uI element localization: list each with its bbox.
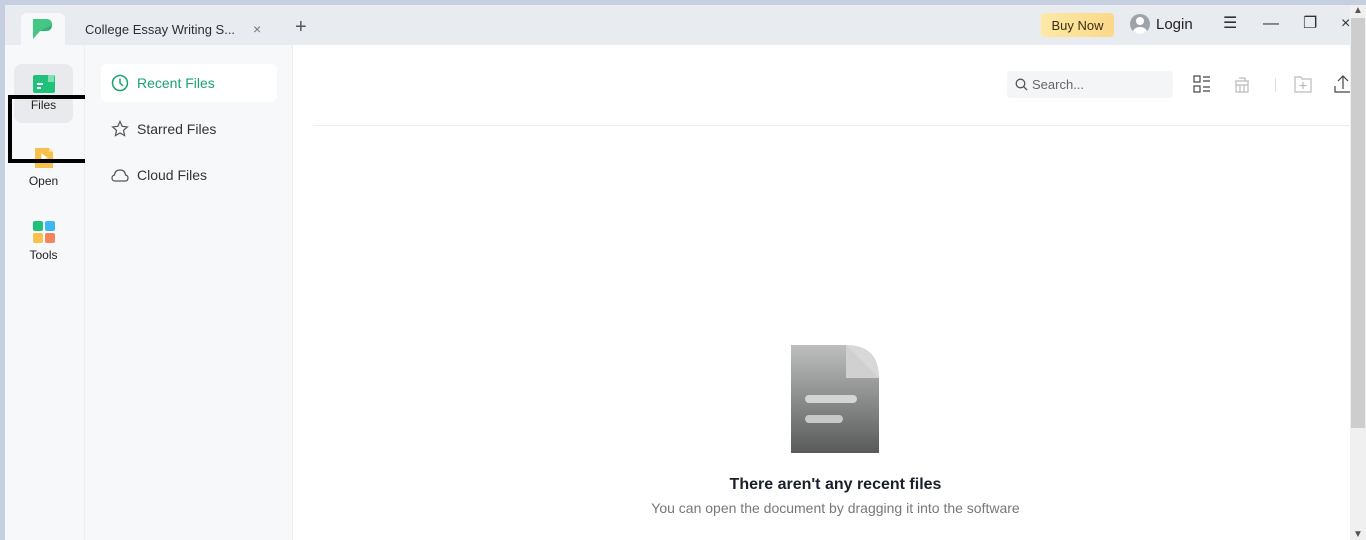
scroll-up-arrow-icon[interactable]: ▲ bbox=[1350, 5, 1366, 16]
nav-tools[interactable]: Tools bbox=[14, 212, 73, 271]
home-tab[interactable] bbox=[21, 13, 65, 45]
menu-icon[interactable]: ☰ bbox=[1223, 15, 1237, 33]
clock-icon bbox=[111, 74, 129, 92]
document-tab[interactable]: College Essay Writing S... × bbox=[85, 13, 261, 45]
scroll-down-arrow-icon[interactable]: ▼ bbox=[1350, 529, 1366, 540]
empty-document-icon bbox=[790, 345, 879, 453]
login-label: Login bbox=[1156, 15, 1193, 33]
toolbar-divider bbox=[1275, 78, 1276, 92]
trash-icon[interactable] bbox=[1233, 75, 1251, 93]
tab-title: College Essay Writing S... bbox=[85, 21, 236, 37]
empty-state: There aren't any recent files You can op… bbox=[293, 345, 1366, 516]
restore-icon[interactable]: ❐ bbox=[1303, 15, 1317, 33]
new-folder-icon[interactable] bbox=[1294, 75, 1312, 93]
star-icon bbox=[111, 120, 129, 137]
sidebar-item-label: Recent Files bbox=[137, 75, 215, 91]
tools-grid-icon bbox=[32, 221, 55, 243]
sidebar-item-cloud-files[interactable]: Cloud Files bbox=[101, 156, 277, 194]
buy-now-button[interactable]: Buy Now bbox=[1041, 13, 1114, 37]
nav-files-label: Files bbox=[30, 98, 57, 112]
folder-icon bbox=[32, 75, 55, 93]
minimize-icon[interactable]: — bbox=[1263, 15, 1279, 33]
cloud-icon bbox=[111, 169, 129, 182]
nav-open[interactable]: Open bbox=[14, 138, 73, 197]
nav-open-label: Open bbox=[28, 174, 59, 188]
tab-close-icon[interactable]: × bbox=[253, 21, 261, 37]
new-tab-button[interactable]: + bbox=[295, 17, 307, 37]
sidebar-item-starred-files[interactable]: Starred Files bbox=[101, 110, 277, 148]
search-input[interactable]: Search... bbox=[1007, 71, 1173, 98]
sidebar-item-label: Cloud Files bbox=[137, 167, 208, 183]
app-window: College Essay Writing S... × + Buy Now L… bbox=[5, 5, 1353, 540]
search-placeholder: Search... bbox=[1032, 77, 1085, 92]
title-bar: College Essay Writing S... × + Buy Now L… bbox=[5, 5, 1350, 45]
empty-state-title: There aren't any recent files bbox=[729, 476, 942, 493]
scrollbar-thumb[interactable] bbox=[1351, 18, 1365, 428]
empty-state-subtitle: You can open the document by dragging it… bbox=[651, 500, 1020, 516]
nav-rail: Files Open Tools bbox=[5, 45, 85, 540]
sidebar-item-label: Starred Files bbox=[137, 121, 217, 137]
content-divider bbox=[313, 125, 1353, 126]
nav-tools-label: Tools bbox=[29, 248, 58, 262]
close-window-icon[interactable]: × bbox=[1341, 15, 1350, 33]
search-icon bbox=[1015, 78, 1028, 91]
vertical-scrollbar[interactable]: ▲ ▼ bbox=[1350, 5, 1366, 540]
sidebar-item-recent-files[interactable]: Recent Files bbox=[101, 64, 277, 102]
open-file-icon bbox=[34, 148, 53, 168]
nav-files[interactable]: Files bbox=[14, 64, 73, 123]
avatar-icon bbox=[1130, 14, 1150, 34]
login-button[interactable]: Login bbox=[1130, 14, 1193, 34]
app-logo-icon bbox=[33, 19, 52, 39]
main-content: Search... There aren't any recent files … bbox=[293, 45, 1353, 540]
files-sidebar: Recent Files Starred Files Cloud Files bbox=[85, 45, 293, 540]
list-view-icon[interactable] bbox=[1193, 75, 1211, 93]
